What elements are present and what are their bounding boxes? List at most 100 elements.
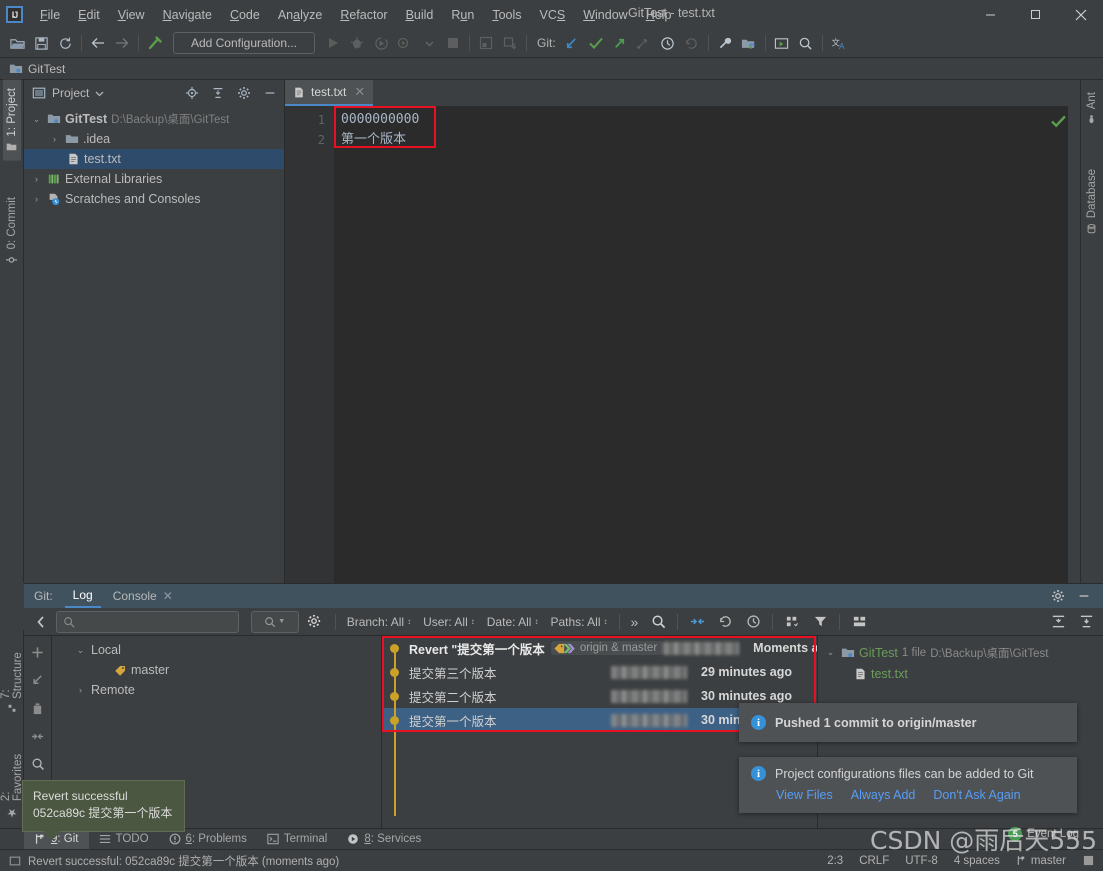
filter-user[interactable]: User: All ↕ <box>418 615 480 629</box>
expand-arrow-icon[interactable]: › <box>74 685 87 695</box>
filter-date[interactable]: Date: All ↕ <box>482 615 544 629</box>
filter-icon[interactable] <box>807 614 833 629</box>
collapse-branches-icon[interactable] <box>28 615 54 629</box>
tree-row-gittest[interactable]: ⌄ GitTest D:\Backup\桌面\GitTest <box>24 109 284 129</box>
install-plugin-icon[interactable] <box>498 32 522 55</box>
chevron-down-icon[interactable]: ▼ <box>278 618 285 625</box>
project-panel-title[interactable]: Project <box>52 86 89 100</box>
tree-row-external-libraries[interactable]: › External Libraries <box>24 169 284 189</box>
minimize-button[interactable] <box>968 0 1013 29</box>
editor-tab-test-txt[interactable]: test.txt ✕ <box>285 80 374 106</box>
event-log-indicator[interactable]: 5 Event Log <box>1008 827 1079 841</box>
delete-icon[interactable] <box>28 698 48 718</box>
sidebar-tab-ant[interactable]: Ant <box>1083 84 1101 133</box>
breadcrumb-project[interactable]: GitTest <box>28 62 65 76</box>
status-encoding[interactable]: UTF-8 <box>905 855 938 867</box>
menu-item-code[interactable]: Code <box>221 4 269 26</box>
menu-item-tools[interactable]: Tools <box>483 4 530 26</box>
tree-row-idea[interactable]: › .idea <box>24 129 284 149</box>
chevron-down-icon[interactable] <box>417 32 441 55</box>
tab-log[interactable]: Log <box>64 584 101 608</box>
expand-all-icon[interactable] <box>1045 614 1071 629</box>
group-icon[interactable] <box>779 614 805 629</box>
sync-icon[interactable] <box>53 32 77 55</box>
inspection-ok-icon[interactable] <box>1051 115 1066 128</box>
close-icon[interactable]: ✕ <box>354 84 365 100</box>
split-icon[interactable] <box>846 614 872 629</box>
collapse-all-icon[interactable] <box>208 83 228 103</box>
git-commit-check-icon[interactable] <box>584 32 608 55</box>
git-update-icon[interactable] <box>560 32 584 55</box>
branch-tree-master[interactable]: master <box>52 660 381 680</box>
branch-tree-local[interactable]: ⌄ Local <box>52 640 381 660</box>
maximize-button[interactable] <box>1013 0 1058 29</box>
toolwindow-terminal[interactable]: Terminal <box>257 829 337 850</box>
tab-console[interactable]: Console ✕ <box>105 584 181 608</box>
code-content[interactable]: 0000000000 第一个版本 <box>334 106 1068 583</box>
back-arrow-icon[interactable] <box>86 32 110 55</box>
filter-branch[interactable]: Branch: All ↕ <box>342 615 416 629</box>
structure-icon[interactable] <box>474 32 498 55</box>
search-everywhere-icon[interactable] <box>794 32 818 55</box>
overflow-icon[interactable]: » <box>626 614 644 630</box>
commit-row[interactable]: Revert "提交第一个版本 origin & master Moments … <box>382 636 817 660</box>
status-caret-position[interactable]: 2:3 <box>827 855 843 867</box>
menu-item-build[interactable]: Build <box>397 4 443 26</box>
history-icon[interactable] <box>740 614 766 629</box>
run-anything-icon[interactable] <box>770 32 794 55</box>
search-icon[interactable] <box>28 754 48 774</box>
profile-icon[interactable] <box>393 32 417 55</box>
changed-file-item[interactable]: test.txt <box>818 663 1103 684</box>
code-editor[interactable]: 1 2 0000000000 第一个版本 <box>285 106 1080 583</box>
hide-panel-icon[interactable] <box>1073 585 1095 607</box>
build-hammer-icon[interactable] <box>143 32 167 55</box>
update-icon[interactable] <box>28 670 48 690</box>
git-log-filter-search[interactable]: ▼ <box>250 610 299 633</box>
search-icon[interactable] <box>645 614 671 629</box>
close-icon[interactable]: ✕ <box>163 589 173 603</box>
chevron-down-icon[interactable] <box>95 89 104 98</box>
filter-paths[interactable]: Paths: All ↕ <box>545 615 612 629</box>
menu-item-vcs[interactable]: VCS <box>531 4 575 26</box>
forward-arrow-icon[interactable] <box>110 32 134 55</box>
git-history-icon[interactable] <box>656 32 680 55</box>
git-branch-icon[interactable] <box>632 32 656 55</box>
status-message-wrap[interactable]: Revert successful: 052ca89c 提交第一个版本 (mom… <box>8 853 339 869</box>
git-log-settings-icon[interactable] <box>301 614 329 629</box>
expand-arrow-icon[interactable]: ⌄ <box>824 647 837 658</box>
sidebar-tab-commit[interactable]: 0: Commit <box>3 189 21 273</box>
collapse-all-icon[interactable] <box>1073 614 1099 629</box>
menu-item-navigate[interactable]: Navigate <box>154 4 221 26</box>
git-push-icon[interactable] <box>608 32 632 55</box>
status-line-separator[interactable]: CRLF <box>859 855 889 867</box>
sidebar-tab-structure[interactable]: 7: Structure <box>0 636 27 721</box>
debug-icon[interactable] <box>345 32 369 55</box>
gear-icon[interactable] <box>1047 585 1069 607</box>
collapse-icon[interactable] <box>28 726 48 746</box>
expand-arrow-icon[interactable]: › <box>30 194 43 204</box>
notification-push[interactable]: i Pushed 1 commit to origin/master <box>739 703 1077 742</box>
link-view-files[interactable]: View Files <box>776 788 833 802</box>
revert-icon[interactable] <box>712 614 738 629</box>
settings-wrench-icon[interactable] <box>713 32 737 55</box>
stop-icon[interactable] <box>441 32 465 55</box>
sidebar-tab-project[interactable]: 1: Project <box>2 80 21 161</box>
editor-scrollbar[interactable] <box>1068 106 1080 583</box>
close-button[interactable] <box>1058 0 1103 29</box>
open-folder-icon[interactable] <box>5 32 29 55</box>
expand-arrow-icon[interactable]: ⌄ <box>74 645 87 656</box>
menu-item-edit[interactable]: Edit <box>69 4 109 26</box>
status-branch[interactable]: master <box>1016 855 1066 867</box>
menu-item-file[interactable]: File <box>31 4 69 26</box>
menu-item-refactor[interactable]: Refactor <box>331 4 396 26</box>
notification-project-config[interactable]: i Project configurations files can be ad… <box>739 757 1077 813</box>
git-log-search-input[interactable] <box>56 610 239 633</box>
git-rollback-icon[interactable] <box>680 32 704 55</box>
run-configuration-selector[interactable]: Add Configuration... <box>173 32 315 54</box>
save-icon[interactable] <box>29 32 53 55</box>
add-icon[interactable] <box>28 642 48 662</box>
locate-file-icon[interactable] <box>182 83 202 103</box>
run-with-coverage-icon[interactable] <box>369 32 393 55</box>
gear-icon[interactable] <box>234 83 254 103</box>
translate-icon[interactable]: 文A <box>827 32 851 55</box>
